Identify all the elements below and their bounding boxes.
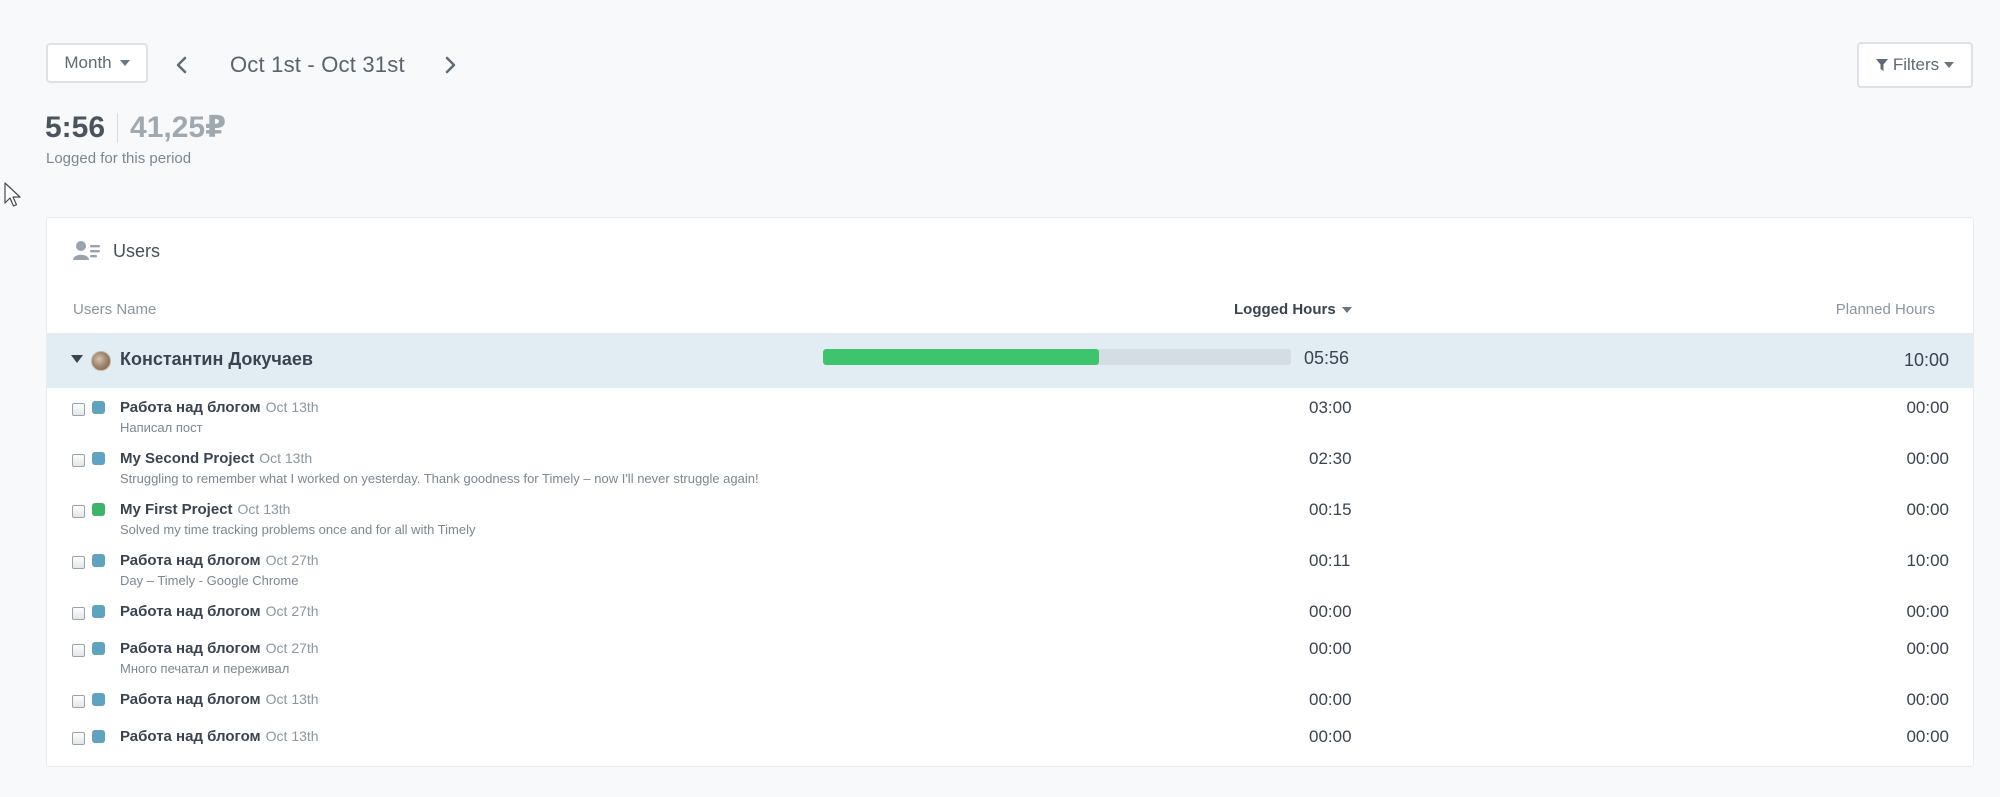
- entry-date: Oct 13th: [265, 399, 319, 415]
- entry-planned-hours: 00:00: [1906, 727, 1949, 746]
- entry-note: Day – Timely - Google Chrome: [120, 573, 299, 588]
- date-range: Oct 1st - Oct 31st: [230, 52, 405, 77]
- total-money: 41,25₽: [130, 111, 226, 144]
- project-name: Работа над блогом: [120, 552, 261, 569]
- entry-planned-hours: 00:00: [1906, 449, 1949, 468]
- period-select[interactable]: Month: [46, 43, 148, 83]
- entry-planned-hours: 00:00: [1906, 602, 1949, 621]
- summary-label: Logged for this period: [46, 150, 192, 167]
- chevron-left-icon: [176, 56, 187, 74]
- entry-title-line: Работа над блогом Oct 27th: [120, 552, 319, 570]
- sort-desc-icon: [1341, 306, 1352, 313]
- summary-divider: [117, 112, 119, 143]
- project-name: Работа над блогом: [120, 399, 261, 416]
- user-logged-hours: 05:56: [1304, 348, 1350, 368]
- chevron-down-icon: [1944, 62, 1955, 68]
- chevron-down-icon: [119, 60, 130, 66]
- project-name: Работа над блогом: [120, 640, 261, 657]
- column-header-logged-label: Logged Hours: [1234, 301, 1336, 318]
- panel-header: Users: [73, 240, 160, 262]
- entry-checkbox[interactable]: [72, 454, 85, 467]
- user-row[interactable]: Константин Докучаев 05:56 10:00: [47, 333, 1973, 388]
- entry-date: Oct 27th: [265, 603, 319, 619]
- entry-date: Oct 13th: [265, 691, 319, 707]
- entry-note: Solved my time tracking problems once an…: [120, 522, 476, 537]
- entry-checkbox[interactable]: [72, 556, 85, 569]
- entry-date: Oct 13th: [237, 501, 291, 517]
- period-summary: 5:56 41,25₽: [45, 110, 226, 145]
- user-name: Константин Докучаев: [120, 349, 313, 369]
- entry-planned-hours: 00:00: [1906, 639, 1949, 658]
- project-name: Работа над блогом: [120, 603, 261, 620]
- entry-logged-hours: 00:00: [1309, 690, 1352, 709]
- entry-logged-hours: 02:30: [1309, 449, 1352, 468]
- column-header-users: Users Name: [73, 301, 157, 318]
- panel-title: Users: [113, 240, 161, 261]
- users-panel: Users Users Name Logged Hours Planned Ho…: [46, 217, 1974, 767]
- entry-date: Oct 27th: [265, 552, 319, 568]
- project-color-swatch: [92, 693, 105, 706]
- entry-checkbox[interactable]: [72, 732, 85, 745]
- entry-planned-hours: 10:00: [1906, 551, 1949, 570]
- entry-date: Oct 13th: [265, 728, 319, 744]
- entry-planned-hours: 00:00: [1906, 690, 1949, 709]
- logged-progress-fill: [823, 349, 1100, 365]
- entry-logged-hours: 00:00: [1309, 727, 1352, 746]
- project-name: My First Project: [120, 501, 233, 518]
- entry-title-line: Работа над блогом Oct 13th: [120, 399, 319, 417]
- column-header-planned: Planned Hours: [1835, 301, 1935, 318]
- project-color-swatch: [92, 730, 105, 743]
- project-color-swatch: [92, 605, 105, 618]
- collapse-toggle-icon[interactable]: [71, 355, 83, 363]
- project-name: Работа над блогом: [120, 728, 261, 745]
- users-list-icon: [73, 241, 100, 260]
- entry-logged-hours: 00:11: [1309, 551, 1351, 570]
- entry-checkbox[interactable]: [72, 695, 85, 708]
- entry-date: Oct 13th: [259, 450, 313, 466]
- project-name: My Second Project: [120, 450, 255, 467]
- project-color-swatch: [92, 642, 105, 655]
- entry-checkbox[interactable]: [72, 505, 85, 518]
- entry-logged-hours: 03:00: [1309, 398, 1352, 417]
- entry-checkbox[interactable]: [72, 607, 85, 620]
- logged-progress-bar: [823, 349, 1291, 365]
- entry-date: Oct 27th: [265, 640, 319, 656]
- project-name: Работа над блогом: [120, 691, 261, 708]
- entry-logged-hours: 00:00: [1309, 602, 1352, 621]
- period-select-label: Month: [64, 53, 112, 72]
- entry-planned-hours: 00:00: [1906, 398, 1949, 417]
- user-planned-hours: 10:00: [1903, 350, 1949, 370]
- entry-logged-hours: 00:15: [1309, 500, 1352, 519]
- entry-checkbox[interactable]: [72, 644, 85, 657]
- entry-title-line: Работа над блогом Oct 13th: [120, 728, 319, 746]
- filters-label: Filters: [1892, 55, 1940, 74]
- filters-button[interactable]: Filters: [1857, 42, 1973, 88]
- entry-title-line: Работа над блогом Oct 27th: [120, 603, 319, 621]
- entry-title-line: Работа над блогом Oct 13th: [120, 691, 319, 709]
- chevron-right-icon: [445, 56, 456, 74]
- avatar: [91, 351, 111, 371]
- project-color-swatch: [92, 401, 105, 414]
- entry-note: Написал пост: [120, 420, 203, 435]
- entry-title-line: My First Project Oct 13th: [120, 501, 290, 519]
- project-color-swatch: [92, 503, 105, 516]
- entry-planned-hours: 00:00: [1906, 500, 1949, 519]
- previous-period-button[interactable]: [171, 53, 193, 77]
- entry-note: Struggling to remember what I worked on …: [120, 471, 759, 486]
- mouse-cursor-icon: [4, 182, 21, 207]
- entry-note: Много печатал и переживал: [120, 661, 290, 676]
- column-header-logged[interactable]: Logged Hours: [1234, 301, 1352, 318]
- total-time: 5:56: [45, 110, 106, 144]
- entry-title-line: My Second Project Oct 13th: [120, 450, 312, 468]
- project-color-swatch: [92, 452, 105, 465]
- next-period-button[interactable]: [439, 53, 461, 77]
- entry-logged-hours: 00:00: [1309, 639, 1352, 658]
- entry-checkbox[interactable]: [72, 403, 85, 416]
- entry-title-line: Работа над блогом Oct 27th: [120, 640, 319, 658]
- filter-icon: [1875, 58, 1888, 71]
- project-color-swatch: [92, 554, 105, 567]
